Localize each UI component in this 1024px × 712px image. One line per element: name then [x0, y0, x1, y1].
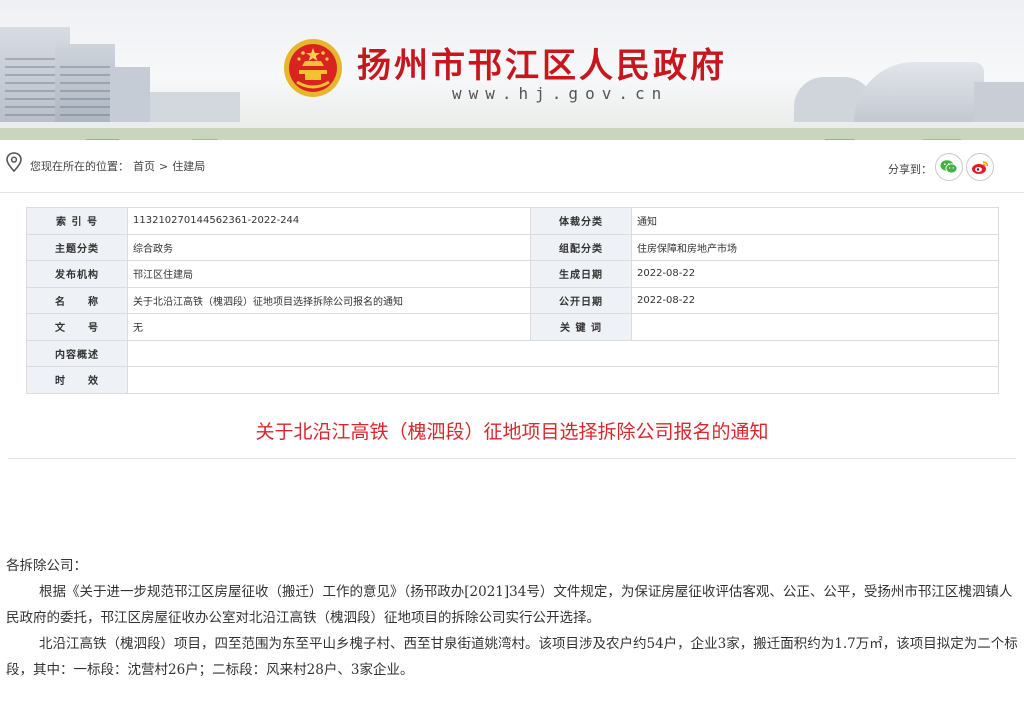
- share-label: 分享到：: [888, 163, 932, 176]
- keywords-label: 关 键 词: [530, 313, 632, 341]
- article-body: 各拆除公司： 根据《关于进一步规范邗江区房屋征收（搬迁）工作的意见》（扬邗政办[…: [6, 553, 1018, 683]
- doc-name-label: 名 称: [26, 286, 128, 314]
- topic-label: 主题分类: [26, 233, 128, 261]
- table-row: 主题分类 综合政务 组配分类 住房保障和房地产市场: [26, 233, 999, 261]
- location-pin-icon: [6, 152, 22, 172]
- breadcrumb: 您现在所在的位置： 首页 > 住建局: [30, 158, 209, 174]
- breadcrumb-label: 您现在所在的位置：: [30, 160, 129, 173]
- doc-number-label: 文 号: [26, 313, 128, 341]
- summary-label: 内容概述: [26, 339, 128, 367]
- breadcrumb-separator: >: [159, 160, 169, 173]
- breadcrumb-bar: 您现在所在的位置： 首页 > 住建局 分享到：: [0, 140, 1024, 193]
- table-row: 文 号 无 关 键 词: [26, 313, 999, 341]
- national-emblem-icon: [284, 39, 342, 97]
- paragraph: 北沿江高铁（槐泗段）项目，四至范围为东至平山乡槐子村、西至甘泉街道姚湾村。该项目…: [6, 636, 1018, 678]
- topic-value: 综合政务: [127, 233, 531, 261]
- publish-date-value: 2022-08-22: [631, 286, 999, 314]
- index-no-label: 索 引 号: [26, 207, 128, 235]
- wechat-icon: [940, 160, 958, 174]
- header-banner: 扬州市邗江区人民政府 www.hj.gov.cn: [0, 0, 1024, 140]
- validity-label: 时 效: [26, 366, 128, 394]
- genre-value: 通知: [631, 207, 999, 235]
- table-row: 名 称 关于北沿江高铁（槐泗段）征地项目选择拆除公司报名的通知 公开日期 202…: [26, 286, 999, 314]
- org-category-label: 组配分类: [530, 233, 632, 261]
- publisher-label: 发布机构: [26, 260, 128, 288]
- validity-value: [127, 366, 999, 394]
- table-row: 索 引 号 113210270144562361-2022-244 体裁分类 通…: [26, 207, 999, 235]
- share-weibo-button[interactable]: [966, 153, 994, 181]
- generated-date-label: 生成日期: [530, 260, 632, 288]
- article-title: 关于北沿江高铁（槐泗段）征地项目选择拆除公司报名的通知: [255, 421, 769, 443]
- document-meta-table: 索 引 号 113210270144562361-2022-244 体裁分类 通…: [26, 207, 999, 394]
- doc-name-value: 关于北沿江高铁（槐泗段）征地项目选择拆除公司报名的通知: [127, 286, 531, 314]
- share-wechat-button[interactable]: [935, 153, 963, 181]
- genre-label: 体裁分类: [530, 207, 632, 235]
- salutation: 各拆除公司：: [6, 558, 87, 574]
- breadcrumb-item-current[interactable]: 住建局: [172, 160, 205, 173]
- table-row: 时 效: [26, 366, 999, 394]
- site-title: 扬州市邗江区人民政府: [357, 46, 727, 86]
- keywords-value: [631, 313, 999, 341]
- title-divider: [8, 458, 1016, 459]
- weibo-icon: [972, 161, 989, 174]
- index-no-value: 113210270144562361-2022-244: [127, 207, 531, 235]
- paragraph: 根据《关于进一步规范邗江区房屋征收（搬迁）工作的意见》（扬邗政办[2021]34…: [6, 584, 1013, 626]
- generated-date-value: 2022-08-22: [631, 260, 999, 288]
- table-row: 发布机构 邗江区住建局 生成日期 2022-08-22: [26, 260, 999, 288]
- doc-number-value: 无: [127, 313, 531, 341]
- tree-line: [0, 110, 1024, 140]
- breadcrumb-item-home[interactable]: 首页: [133, 160, 155, 173]
- site-url: www.hj.gov.cn: [452, 84, 669, 103]
- publisher-value: 邗江区住建局: [127, 260, 531, 288]
- table-row: 内容概述: [26, 339, 999, 367]
- org-category-value: 住房保障和房地产市场: [631, 233, 999, 261]
- summary-value: [127, 339, 999, 367]
- publish-date-label: 公开日期: [530, 286, 632, 314]
